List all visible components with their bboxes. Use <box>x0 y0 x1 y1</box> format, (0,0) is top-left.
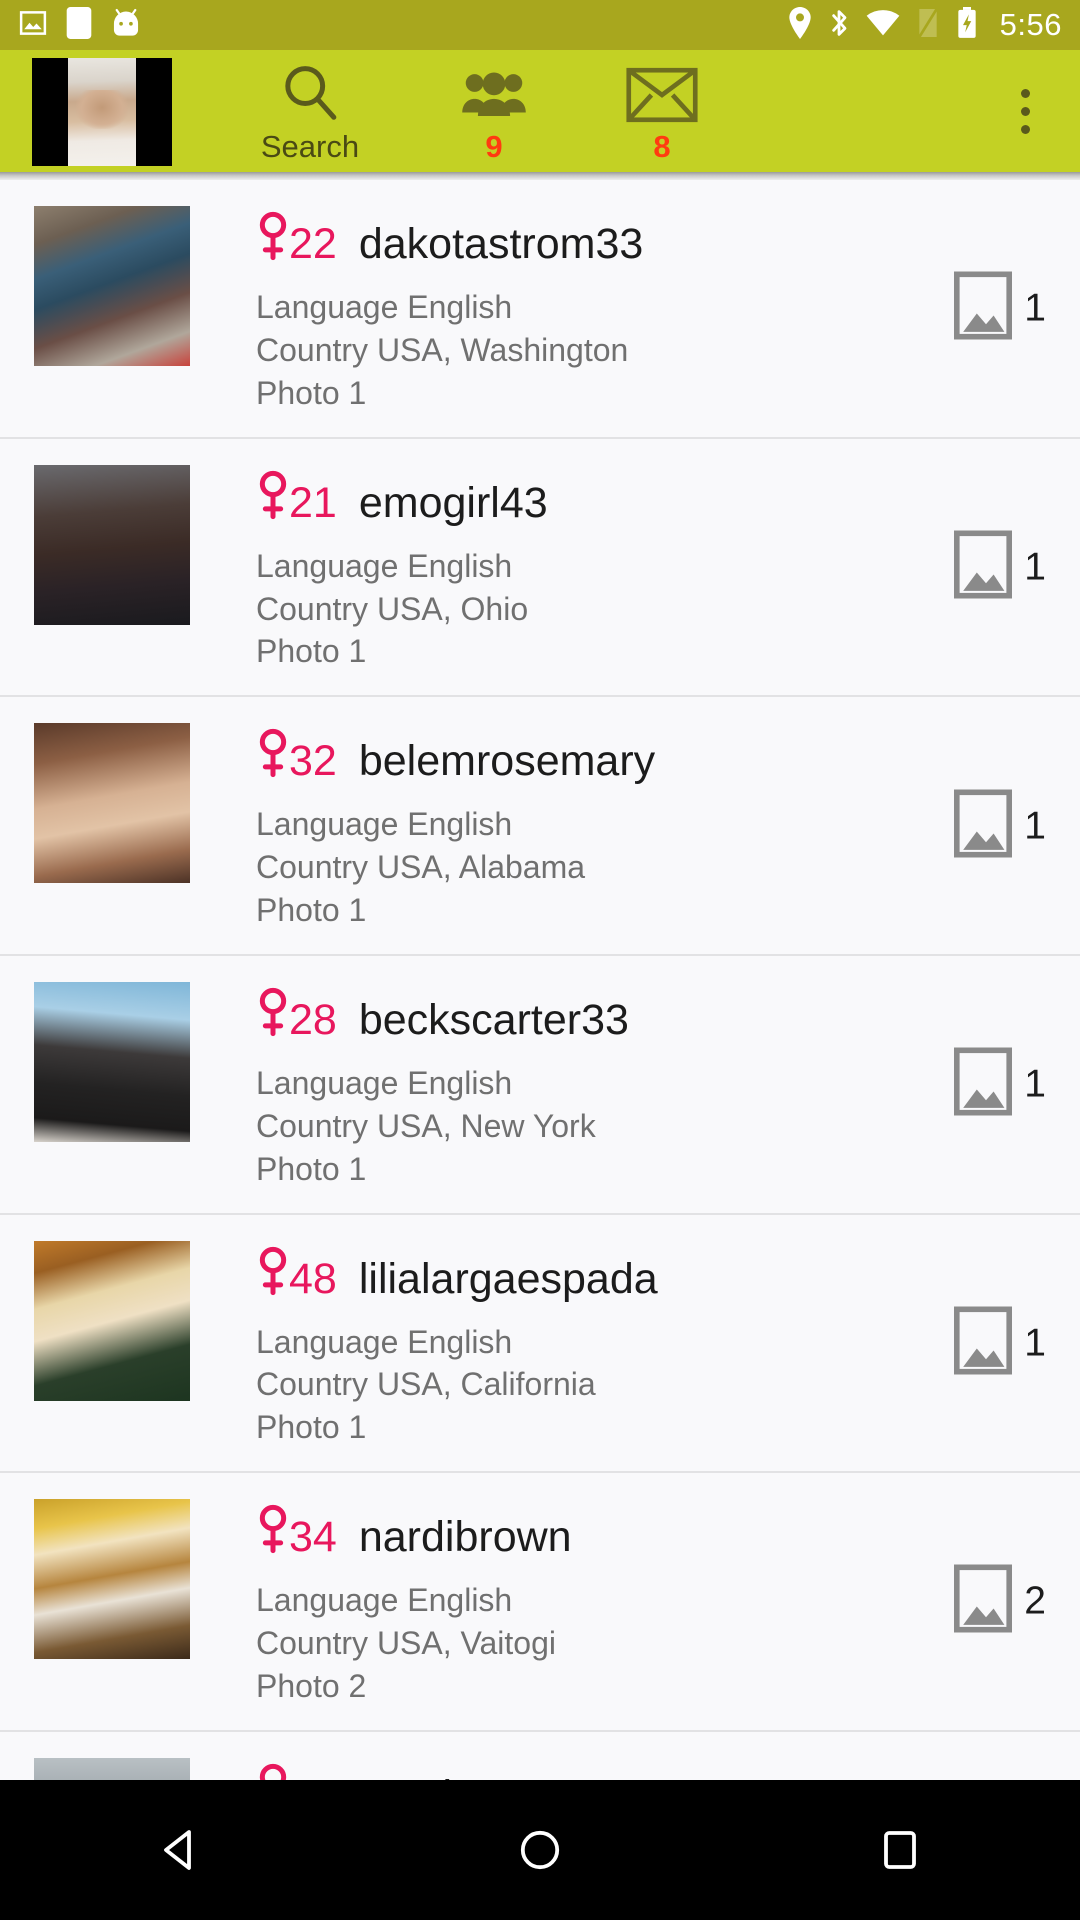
profile-heading: 34 nardibrown <box>256 1501 1080 1559</box>
profile-age: 28 <box>289 995 337 1044</box>
photo-count: 1 <box>1024 1062 1046 1106</box>
overflow-dot <box>1020 106 1030 116</box>
photo-count-badge[interactable]: 1 <box>954 789 1046 862</box>
profile-username[interactable]: beckscarter33 <box>359 998 629 1042</box>
profile-thumbnail[interactable] <box>34 981 190 1142</box>
tab-friends[interactable]: 9 <box>410 50 578 172</box>
profile-list[interactable]: 22 dakotastrom33 Language English Country U… <box>0 180 1080 1840</box>
image-icon <box>954 271 1013 345</box>
profile-age: 21 <box>289 478 337 527</box>
tab-search[interactable]: Search <box>210 50 410 172</box>
profile-row[interactable]: 48 lilialargaespada Language English Countr… <box>0 1214 1080 1474</box>
image-icon <box>954 1047 1013 1121</box>
female-gender-icon <box>256 470 290 527</box>
profile-heading: 22 dakotastrom33 <box>256 208 1080 266</box>
profile-age: 48 <box>289 1254 337 1303</box>
profile-thumbnail[interactable] <box>34 1499 190 1660</box>
photo-count-badge[interactable]: 1 <box>954 530 1046 603</box>
signal-off-icon <box>916 7 940 44</box>
envelope-icon <box>626 61 698 123</box>
bluetooth-icon <box>828 7 850 44</box>
profile-username[interactable]: nardibrown <box>359 1516 572 1559</box>
people-icon <box>461 61 527 123</box>
profile-photo-label: Photo 1 <box>256 1150 367 1187</box>
tab-messages[interactable]: 8 <box>578 50 746 172</box>
home-button[interactable] <box>450 1780 630 1920</box>
profile-thumbnail[interactable] <box>34 723 190 884</box>
profile-age: 34 <box>289 1513 337 1562</box>
profile-age: 22 <box>289 220 337 268</box>
overflow-dot <box>1020 124 1030 134</box>
status-bar-clock: 5:56 <box>999 7 1062 42</box>
profile-thumbnail[interactable] <box>34 206 190 366</box>
profile-row[interactable]: 28 beckscarter33 Language English Country U… <box>0 955 1080 1215</box>
profile-photo-label: Photo 1 <box>256 892 367 928</box>
photo-count: 2 <box>1024 1579 1046 1623</box>
photo-count-badge[interactable]: 1 <box>954 271 1046 345</box>
app-bar-shadow <box>0 172 1080 180</box>
female-gender-icon <box>256 211 290 268</box>
female-gender-icon <box>256 728 290 785</box>
location-pin-icon <box>788 6 812 44</box>
female-gender-icon <box>256 987 290 1044</box>
image-icon <box>954 530 1013 603</box>
profile-photo-label: Photo 1 <box>256 374 367 411</box>
overflow-menu-icon[interactable] <box>970 50 1080 172</box>
tab-search-label: Search <box>260 128 360 164</box>
profile-row[interactable]: 22 dakotastrom33 Language English Country U… <box>0 180 1080 439</box>
photo-count: 1 <box>1024 1321 1046 1365</box>
image-icon <box>18 8 48 43</box>
photo-count: 1 <box>1024 804 1046 848</box>
tab-friends-badge: 9 <box>485 128 503 164</box>
profile-username[interactable]: belemrosemary <box>359 740 655 783</box>
recents-button[interactable] <box>810 1780 990 1920</box>
profile-heading: 28 beckscarter33 <box>256 984 1080 1042</box>
profile-age: 32 <box>289 737 337 786</box>
profile-heading: 48 lilialargaespada <box>256 1243 1080 1301</box>
photo-count-badge[interactable]: 1 <box>954 1306 1046 1379</box>
battery-charging-icon <box>956 6 978 44</box>
profile-row[interactable]: 34 nardibrown Language English Country USA,… <box>0 1473 1080 1732</box>
back-button[interactable] <box>90 1780 270 1920</box>
female-gender-icon <box>256 1246 290 1303</box>
photo-count: 1 <box>1024 286 1046 330</box>
profile-heading: 21 emogirl43 <box>256 467 1080 525</box>
status-bar: 5:56 <box>0 0 1080 50</box>
image-icon <box>954 789 1013 862</box>
app-bar: Search 9 8 <box>0 50 1080 172</box>
avatar[interactable] <box>32 58 172 166</box>
profile-row[interactable]: 21 emogirl43 Language English Country USA, … <box>0 438 1080 698</box>
profile-username[interactable]: dakotastrom33 <box>359 223 643 266</box>
profile-photo-label: Photo 1 <box>256 633 367 670</box>
photo-count-badge[interactable]: 2 <box>954 1564 1046 1638</box>
navigation-bar <box>0 1780 1080 1920</box>
image-icon <box>954 1306 1013 1379</box>
profile-photo-label: Photo 2 <box>256 1667 367 1704</box>
profile-row[interactable]: 32 belemrosemary Language English Country U… <box>0 697 1080 956</box>
profile-heading: 32 belemrosemary <box>256 725 1080 783</box>
search-icon <box>279 61 341 123</box>
wifi-icon <box>866 9 900 42</box>
android-robot-icon <box>110 8 142 43</box>
overflow-dot <box>1020 88 1030 98</box>
status-bar-left-icons <box>18 6 142 44</box>
tab-messages-badge: 8 <box>653 128 671 164</box>
image-icon <box>954 1564 1013 1638</box>
profile-username[interactable]: lilialargaespada <box>359 1257 658 1301</box>
blank-notification-icon <box>66 6 92 44</box>
photo-count: 1 <box>1024 545 1046 589</box>
female-gender-icon <box>256 1504 290 1561</box>
profile-photo-label: Photo 1 <box>256 1409 367 1446</box>
status-bar-right-icons: 5:56 <box>788 6 1062 44</box>
profile-username[interactable]: emogirl43 <box>359 481 548 525</box>
profile-thumbnail[interactable] <box>34 464 190 625</box>
photo-count-badge[interactable]: 1 <box>954 1047 1046 1121</box>
profile-thumbnail[interactable] <box>34 1240 190 1401</box>
